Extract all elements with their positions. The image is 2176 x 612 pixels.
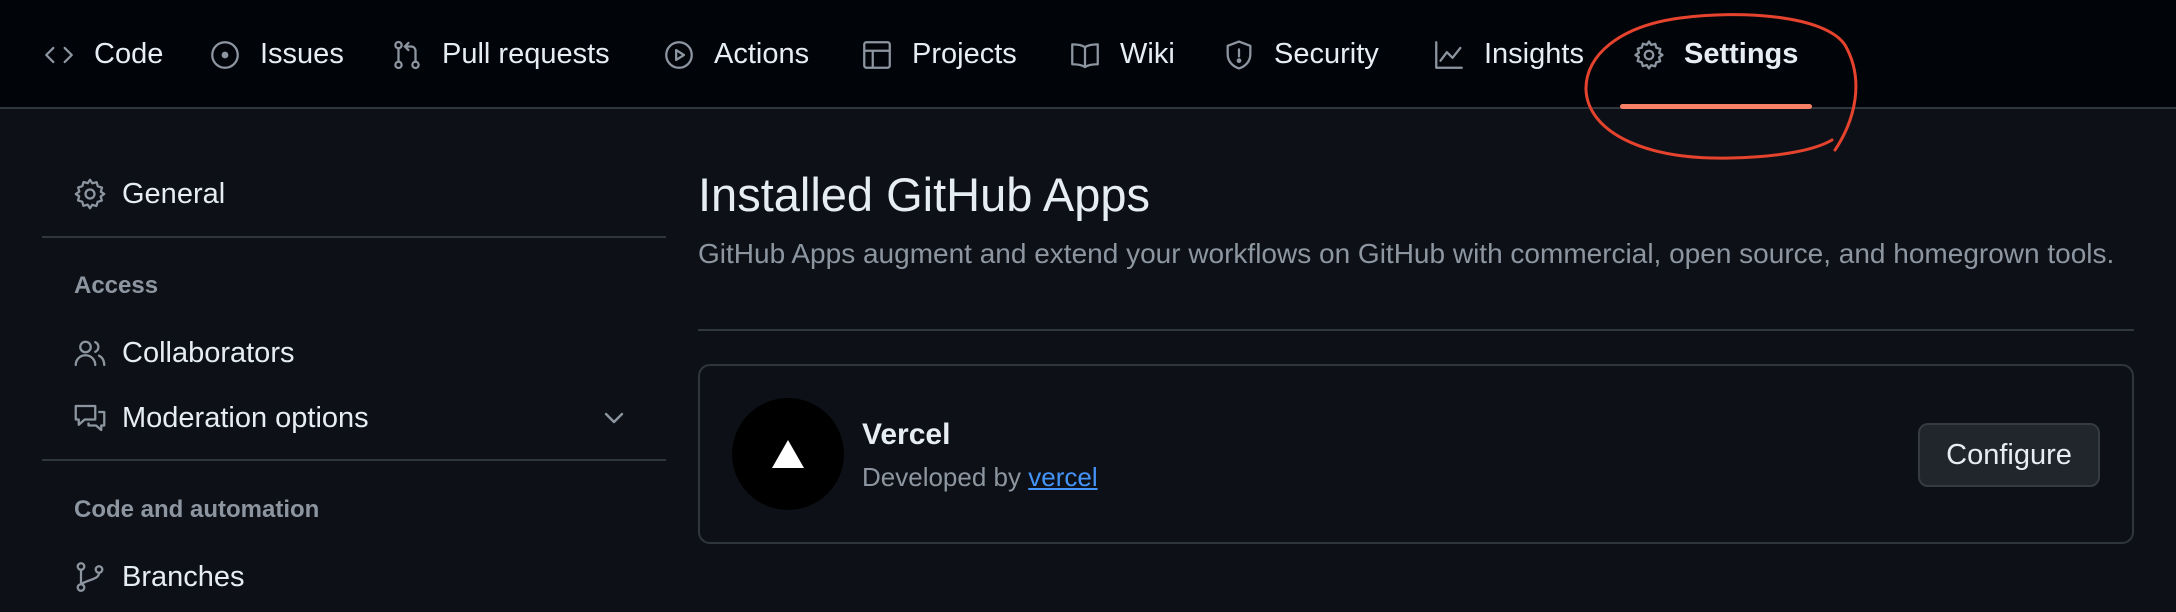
tab-security[interactable]: Security xyxy=(1222,0,1379,109)
play-icon xyxy=(662,38,696,72)
table-icon xyxy=(860,38,894,72)
tab-label: Wiki xyxy=(1120,38,1175,70)
tab-label: Settings xyxy=(1684,38,1799,70)
sidebar-heading-code-automation: Code and automation xyxy=(74,496,320,523)
gear-icon xyxy=(72,176,108,212)
header-divider xyxy=(698,329,2134,331)
tab-settings[interactable]: Settings xyxy=(1632,0,1798,109)
tab-code[interactable]: Code xyxy=(42,0,163,109)
tab-pull-requests[interactable]: Pull requests xyxy=(390,0,610,109)
tab-projects[interactable]: Projects xyxy=(860,0,1017,109)
repo-nav: Code Issues Pull requests Actions Projec… xyxy=(0,0,2176,109)
installed-app-card: Vercel Developed by vercel Configure xyxy=(698,364,2134,544)
developer-link[interactable]: vercel xyxy=(1028,462,1097,492)
pull-request-icon xyxy=(390,38,424,72)
page-description: GitHub Apps augment and extend your work… xyxy=(698,238,2115,269)
sidebar-item-moderation-options[interactable]: Moderation options xyxy=(42,390,666,446)
sidebar-divider xyxy=(42,459,666,461)
app-developer-line: Developed by vercel xyxy=(862,462,1098,493)
page-title: Installed GitHub Apps xyxy=(698,168,1150,221)
tab-label: Actions xyxy=(714,38,810,70)
tab-wiki[interactable]: Wiki xyxy=(1068,0,1175,109)
shield-icon xyxy=(1222,38,1256,72)
issue-icon xyxy=(208,38,242,72)
chevron-down-icon[interactable] xyxy=(598,402,630,434)
tab-insights[interactable]: Insights xyxy=(1432,0,1584,109)
sidebar-item-collaborators[interactable]: Collaborators xyxy=(42,325,666,381)
tab-label: Projects xyxy=(912,38,1017,70)
app-name: Vercel xyxy=(862,418,951,451)
sidebar-item-general[interactable]: General xyxy=(42,166,666,222)
sidebar-item-label: General xyxy=(122,177,226,210)
sidebar-item-label: Moderation options xyxy=(122,401,369,434)
app-avatar xyxy=(732,398,844,510)
developed-by-label: Developed by xyxy=(862,462,1021,492)
sidebar-heading-access: Access xyxy=(74,272,159,299)
tab-issues[interactable]: Issues xyxy=(208,0,344,109)
people-icon xyxy=(72,335,108,371)
sidebar-divider xyxy=(42,236,666,238)
tab-actions[interactable]: Actions xyxy=(662,0,809,109)
active-tab-underline xyxy=(1620,104,1812,109)
tab-label: Insights xyxy=(1484,38,1584,70)
sidebar-container: General Access Collaborators Moderation … xyxy=(42,109,666,612)
tab-label: Pull requests xyxy=(442,38,610,70)
sidebar-item-branches[interactable]: Branches xyxy=(42,549,666,605)
configure-button[interactable]: Configure xyxy=(1918,423,2100,487)
book-icon xyxy=(1068,38,1102,72)
gear-icon xyxy=(1632,38,1666,72)
sidebar-item-label: Collaborators xyxy=(122,336,295,369)
git-branch-icon xyxy=(72,559,108,595)
vercel-logo-icon xyxy=(772,440,804,468)
tab-label: Security xyxy=(1274,38,1379,70)
sidebar-item-label: Branches xyxy=(122,560,245,593)
comment-discussion-icon xyxy=(72,400,108,436)
code-icon xyxy=(42,38,76,72)
tab-label: Issues xyxy=(260,38,344,70)
tab-label: Code xyxy=(94,38,164,70)
graph-icon xyxy=(1432,38,1466,72)
